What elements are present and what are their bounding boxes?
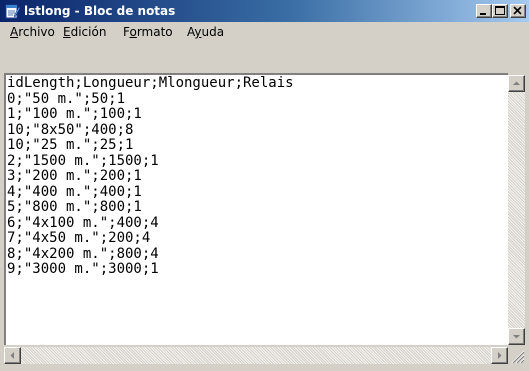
window-title: lstlong - Bloc de notas [24,4,176,18]
menu-ayuda-rest: uda [201,25,225,39]
scroll-right-button[interactable] [491,347,508,364]
window-bottom-border [0,364,529,371]
horizontal-scrollbar[interactable] [4,347,508,364]
title-bar[interactable]: lstlong - Bloc de notas [0,0,529,22]
close-button[interactable] [510,4,526,18]
menu-ayuda[interactable]: Ayuda [185,24,226,40]
menu-bar: Archivo Edición Formato Ayuda [0,22,529,42]
menu-archivo[interactable]: Archivo [8,24,57,40]
maximize-icon [495,6,505,15]
menu-ayuda-accelerator: y [194,25,202,39]
menu-archivo-rest: rchivo [18,25,55,39]
menu-edicion-rest: dición [70,25,107,39]
menu-edicion-accelerator: E [63,25,71,39]
vertical-scrollbar[interactable] [508,75,525,345]
menu-archivo-accelerator: A [10,25,19,39]
scroll-down-button[interactable] [508,328,525,345]
scroll-right-icon [498,352,502,359]
menu-edicion[interactable]: Edición [61,24,108,40]
notepad-icon[interactable] [4,3,21,19]
menu-formato-rest: rmato [136,25,173,39]
maximize-button[interactable] [492,4,508,18]
scroll-left-button[interactable] [4,347,21,364]
minimize-icon [480,13,486,15]
scroll-up-button[interactable] [508,75,525,92]
scroll-left-icon [10,352,14,359]
scroll-up-icon [513,81,520,85]
menu-formato-accelerator: o [129,25,137,39]
menu-formato[interactable]: Formato [121,24,175,40]
close-icon [513,6,522,15]
document-text[interactable]: idLength;Longueur;Mlongueur;Relais 0;"50… [4,75,508,347]
minimize-button[interactable] [476,4,492,18]
scroll-down-icon [513,335,520,339]
notepad-window: lstlong - Bloc de notas Archivo Edición [0,0,529,371]
resize-grip-icon [511,350,525,364]
size-grip[interactable] [508,347,525,364]
